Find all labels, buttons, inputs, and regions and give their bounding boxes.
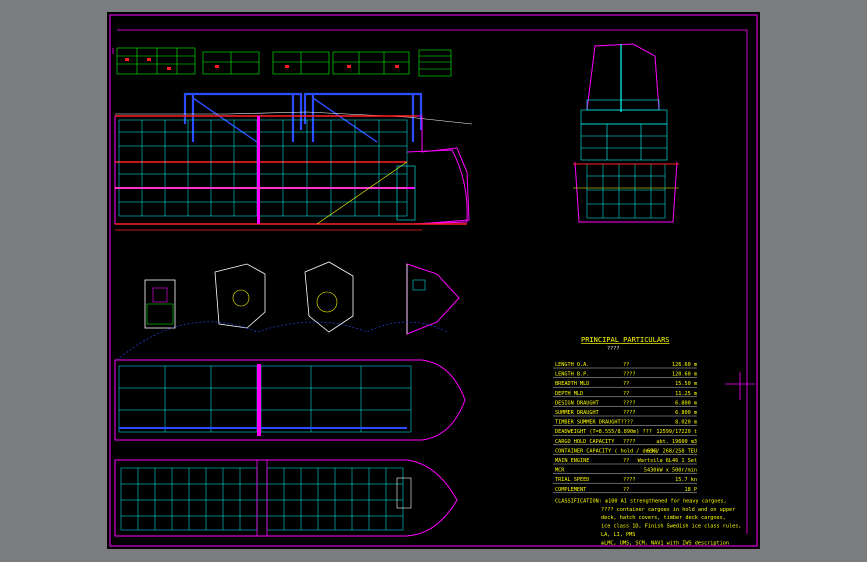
particulars-label: CARGO HOLD CAPACITY (555, 439, 615, 445)
particulars-abbr: ?? (623, 362, 629, 368)
particulars-title: PRINCIPAL PARTICULARS (581, 336, 670, 344)
section-grid (586, 163, 666, 219)
classification-note: ice class 1D, Finish Swedish ice class r… (601, 524, 742, 530)
classification-notes: CLASSIFICATION: ✠100 A1 strengthened for… (555, 498, 742, 549)
forecastle-plan (406, 263, 460, 335)
particulars-value: 696/ 268/258 TEU (647, 448, 697, 454)
crane-structures (183, 92, 423, 143)
upper-deck-plan (114, 359, 466, 441)
header-tables (116, 47, 452, 77)
particulars-label: TIMBER SUMMER DRAUGHT???? (555, 420, 633, 426)
particulars-abbr: ???? (623, 410, 636, 416)
particulars-abbr: ???? (623, 477, 636, 483)
particulars-abbr: ?? (623, 458, 629, 464)
particulars-value: Wartsila 6L46 1 Set (638, 458, 697, 464)
bridge-decks (580, 99, 668, 161)
particulars-label: CONTAINER CAPACITY ( hold / deck) (555, 448, 658, 454)
cross-hair-marker-icon (725, 372, 755, 400)
tank-top-hull (114, 459, 458, 537)
particulars-label: SUMMER DRAUGHT (555, 410, 599, 416)
classification-note: ???? container cargoes in hold and on up… (601, 507, 735, 513)
particulars-value: 120.60 m (672, 372, 697, 378)
classification-note: ✠LMC, UMS, SCM, NAV1 with IWS descriptio… (601, 540, 729, 546)
bow-outline (406, 149, 468, 225)
particulars-abbr: ?? (623, 391, 629, 397)
particulars-value: 15.7 kn (675, 477, 697, 483)
particulars-abbr: ?? (623, 487, 629, 493)
particulars-label: TRIAL SPEED (555, 477, 589, 483)
cargo-holds-grid (118, 119, 408, 217)
tank-top-plan (114, 459, 458, 537)
particulars-label: MCR (555, 468, 565, 474)
particulars-value: 6.800 m (675, 410, 697, 416)
particulars-label: DEPTH MLD (555, 391, 583, 397)
particulars-abbr: ???? (623, 372, 636, 378)
particulars-value: 18 P (685, 487, 698, 493)
particulars-abbr: ?? (623, 381, 629, 387)
crane-swing-arcs (116, 321, 448, 361)
particulars-label: DEADWEIGHT (T=8.555/8.890m) ??? (555, 429, 652, 435)
particulars-label: DESIGN DRAUGHT (555, 400, 599, 406)
particulars-value: 12599/17220 t (656, 429, 697, 435)
particulars-value: 6.800 m (675, 400, 697, 406)
particulars-value: 126.60 m (672, 362, 697, 368)
particulars-abbr: ???? (623, 400, 636, 406)
midship-section-hull (574, 161, 678, 223)
ship-arrangement-sheet: PRINCIPAL PARTICULARS ???? LENGTH O.A.??… (109, 14, 758, 549)
particulars-value: 15.50 m (675, 381, 697, 387)
deck-house-plan-2 (304, 261, 354, 333)
load-line-diagonal (316, 161, 408, 225)
classification-note: CLASSIFICATION: ✠100 A1 strengthened for… (555, 498, 727, 504)
particulars-abbr: ???? (623, 439, 636, 445)
particulars-table: LENGTH O.A.?? 126.60 m LENGTH B.P.???? 120.… (553, 362, 697, 493)
profile-view (114, 92, 473, 231)
particulars-label: LENGTH O.A. (555, 362, 589, 368)
classification-note: LA, LI, PMS (601, 532, 635, 538)
body-plan-view (573, 43, 679, 223)
cad-drawing-canvas[interactable]: PRINCIPAL PARTICULARS ???? LENGTH O.A.??… (107, 12, 760, 549)
particulars-label: COMPLEMENT (555, 487, 586, 493)
particulars-value: 8.020 m (675, 420, 697, 426)
particulars-subtitle: ???? (607, 346, 620, 352)
principal-particulars-block: PRINCIPAL PARTICULARS ???? LENGTH O.A.??… (553, 336, 742, 549)
particulars-value: abt. 19600 m3 (656, 439, 697, 445)
particulars-label: BREADTH MLD (555, 381, 589, 387)
classification-note: deck, hatch covers, timber deck cargoes, (601, 515, 726, 521)
particulars-value: 11.25 m (675, 391, 697, 397)
particulars-label: LENGTH B.P. (555, 372, 589, 378)
particulars-value: 5430kW x 500r/min (644, 468, 697, 474)
deck-house-plan-1 (214, 263, 266, 329)
particulars-label: MAIN ENGINE (555, 458, 589, 464)
